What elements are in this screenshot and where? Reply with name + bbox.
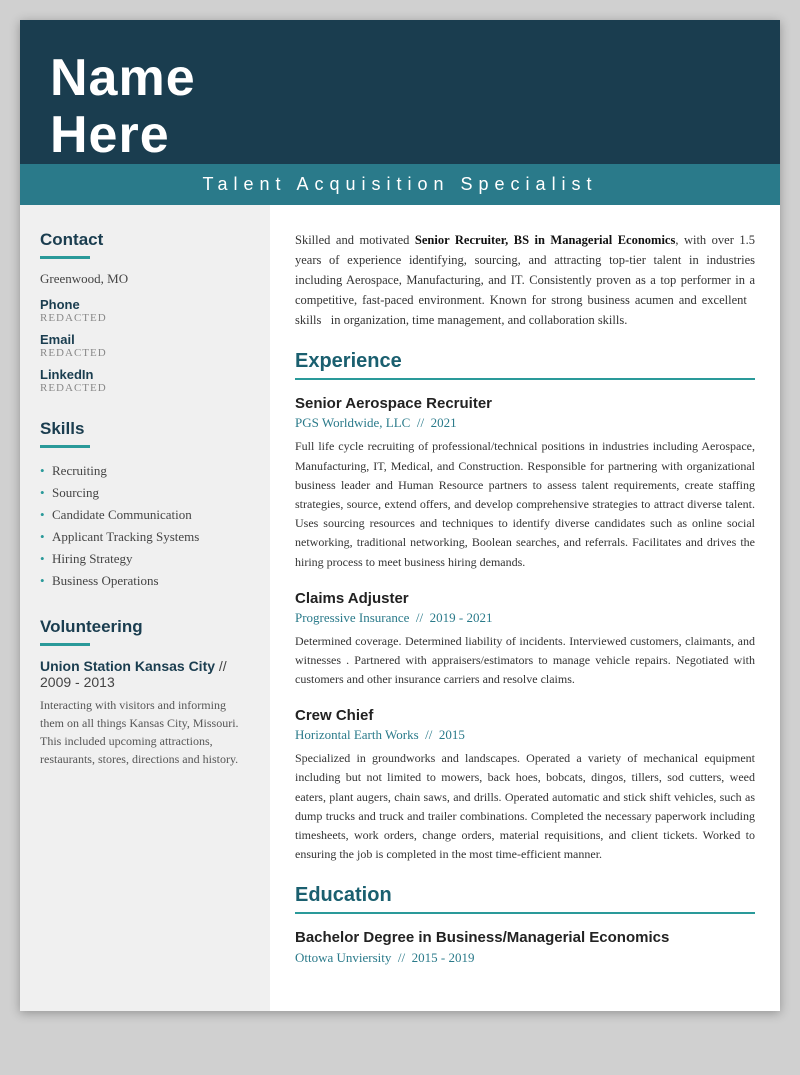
exp-job-title: Crew Chief <box>295 707 755 724</box>
email-item: Email REDACTED <box>40 332 250 359</box>
contact-title: Contact <box>40 230 250 250</box>
exp-item-1: Senior Aerospace Recruiter PGS Worldwide… <box>295 395 755 571</box>
list-item: Sourcing <box>40 482 250 504</box>
vol-org-name: Union Station Kansas City <box>40 658 215 674</box>
education-divider <box>295 912 755 914</box>
edu-degree: Bachelor Degree in Business/Managerial E… <box>295 929 755 946</box>
header-section: Name Here Talent Acquisition Specialist <box>20 20 780 205</box>
list-item: Hiring Strategy <box>40 548 250 570</box>
main-content: Skilled and motivated Senior Recruiter, … <box>270 205 780 1011</box>
sidebar: Contact Greenwood, MO Phone REDACTED Ema… <box>20 205 270 1011</box>
email-label: Email <box>40 332 250 347</box>
list-item: Candidate Communication <box>40 504 250 526</box>
contact-section: Contact Greenwood, MO Phone REDACTED Ema… <box>40 230 250 394</box>
linkedin-item: LinkedIn REDACTED <box>40 367 250 394</box>
experience-title: Experience <box>295 350 755 373</box>
resume-document: Name Here Talent Acquisition Specialist … <box>20 20 780 1011</box>
volunteering-title: Volunteering <box>40 617 250 637</box>
edu-item-1: Bachelor Degree in Business/Managerial E… <box>295 929 755 966</box>
summary-paragraph: Skilled and motivated Senior Recruiter, … <box>295 230 755 330</box>
skills-title: Skills <box>40 419 250 439</box>
exp-item-3: Crew Chief Horizontal Earth Works // 201… <box>295 707 755 864</box>
exp-job-title: Senior Aerospace Recruiter <box>295 395 755 412</box>
exp-item-2: Claims Adjuster Progressive Insurance //… <box>295 590 755 690</box>
summary-bold: Senior Recruiter, BS in Managerial Econo… <box>415 233 675 247</box>
name-line2: Here <box>50 106 170 164</box>
experience-section: Experience Senior Aerospace Recruiter PG… <box>295 350 755 864</box>
linkedin-label: LinkedIn <box>40 367 250 382</box>
edu-school: Ottowa Unviersity // 2015 - 2019 <box>295 950 755 966</box>
contact-divider <box>40 256 90 259</box>
contact-city: Greenwood, MO <box>40 271 250 287</box>
exp-description: Specialized in groundworks and landscape… <box>295 749 755 864</box>
phone-label: Phone <box>40 297 250 312</box>
job-title: Talent Acquisition Specialist <box>202 174 597 194</box>
volunteering-section: Volunteering Union Station Kansas City /… <box>40 617 250 768</box>
skills-list: Recruiting Sourcing Candidate Communicat… <box>40 460 250 592</box>
name-display: Name Here <box>50 50 750 164</box>
linkedin-value: REDACTED <box>40 382 250 394</box>
list-item: Business Operations <box>40 570 250 592</box>
list-item: Recruiting <box>40 460 250 482</box>
exp-job-title: Claims Adjuster <box>295 590 755 607</box>
exp-company: Horizontal Earth Works // 2015 <box>295 727 755 743</box>
phone-value: REDACTED <box>40 312 250 324</box>
education-section: Education Bachelor Degree in Business/Ma… <box>295 884 755 966</box>
phone-item: Phone REDACTED <box>40 297 250 324</box>
exp-company: Progressive Insurance // 2019 - 2021 <box>295 610 755 626</box>
education-title: Education <box>295 884 755 907</box>
vol-description: Interacting with visitors and informing … <box>40 696 250 768</box>
body-layout: Contact Greenwood, MO Phone REDACTED Ema… <box>20 205 780 1011</box>
experience-divider <box>295 378 755 380</box>
email-value: REDACTED <box>40 347 250 359</box>
exp-company: PGS Worldwide, LLC // 2021 <box>295 415 755 431</box>
vol-org: Union Station Kansas City // 2009 - 2013 <box>40 658 250 690</box>
title-bar: Talent Acquisition Specialist <box>20 164 780 205</box>
skills-section: Skills Recruiting Sourcing Candidate Com… <box>40 419 250 592</box>
name-line1: Name <box>50 49 196 107</box>
exp-description: Full life cycle recruiting of profession… <box>295 437 755 571</box>
list-item: Applicant Tracking Systems <box>40 526 250 548</box>
skills-divider <box>40 445 90 448</box>
volunteering-divider <box>40 643 90 646</box>
exp-description: Determined coverage. Determined liabilit… <box>295 632 755 690</box>
